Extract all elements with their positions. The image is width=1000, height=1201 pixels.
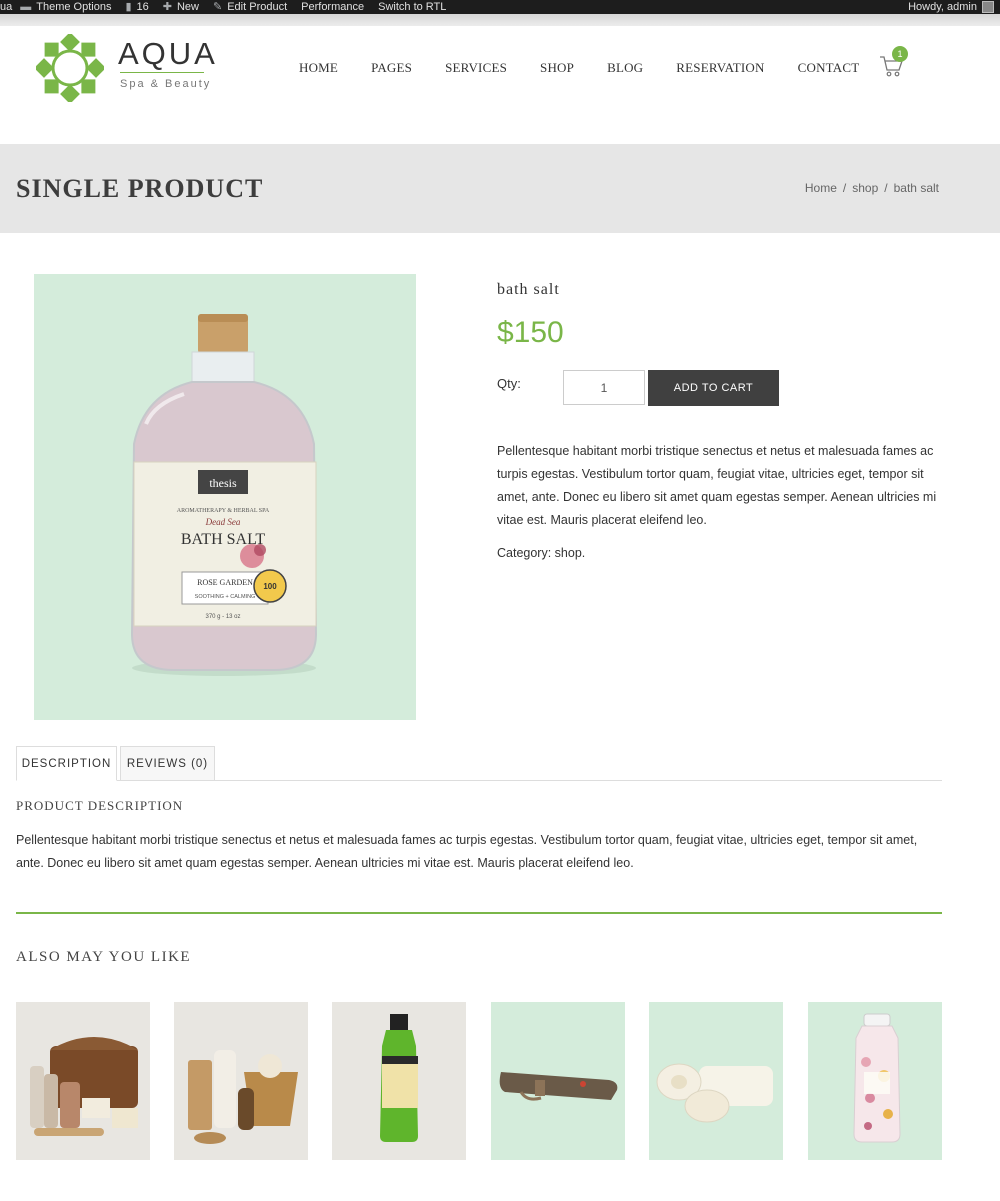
breadcrumb-separator: / xyxy=(842,181,847,195)
quantity-input[interactable] xyxy=(563,370,645,405)
folder-icon: ▬ xyxy=(20,1,32,13)
admin-bar: ua ▬ Theme Options ▮ 16 ✚ New ✎ Edit Product… xyxy=(0,0,1000,14)
admin-new[interactable]: ✚ New xyxy=(163,0,199,14)
admin-comments[interactable]: ▮ 16 xyxy=(125,0,148,14)
new-label: New xyxy=(176,1,199,13)
label-line4: ROSE GARDEN xyxy=(197,578,253,587)
nav-home[interactable]: HOME xyxy=(299,60,338,76)
admin-edit-product[interactable]: ✎ Edit Product xyxy=(213,0,287,14)
nav-contact[interactable]: CONTACT xyxy=(798,60,860,76)
admin-site-link[interactable]: ua xyxy=(0,0,12,14)
label-brand: thesis xyxy=(209,476,237,490)
product-description-text: Pellentesque habitant morbi tristique se… xyxy=(16,833,918,870)
breadcrumb-home[interactable]: Home xyxy=(805,181,837,195)
label-line1: AROMATHERAPY & HERBAL SPA xyxy=(177,508,270,514)
lotus-logo-icon[interactable] xyxy=(36,34,104,102)
cart-count-badge[interactable]: 1 xyxy=(892,46,908,62)
admin-site-label: ua xyxy=(0,1,13,13)
admin-bar-shadow xyxy=(0,14,1000,26)
breadcrumb: Home / shop / bath salt xyxy=(802,181,942,195)
label-line5: SOOTHING + CALMING xyxy=(195,594,256,600)
nav-shop[interactable]: SHOP xyxy=(540,60,574,76)
breadcrumb-separator: / xyxy=(884,181,888,195)
nav-pages[interactable]: PAGES xyxy=(371,60,412,76)
tab-description[interactable]: DESCRIPTION xyxy=(16,746,117,781)
related-product-1[interactable] xyxy=(16,1002,150,1160)
nav-services[interactable]: SERVICES xyxy=(445,60,507,76)
label-line6: 370 g - 13 oz xyxy=(205,614,240,620)
qty-label: Qty: xyxy=(497,376,521,391)
soap-bars-image xyxy=(656,1063,773,1123)
add-to-cart-button[interactable]: ADD TO CART xyxy=(648,370,779,406)
page-title-band: SINGLE PRODUCT Home / shop / bath salt xyxy=(0,144,1000,233)
logo-title[interactable]: AQUA xyxy=(118,36,218,72)
admin-switch-rtl[interactable]: Switch to RTL xyxy=(378,0,446,14)
comments-count: 16 xyxy=(136,1,149,13)
section-divider xyxy=(16,912,942,914)
site-header: AQUA Spa & Beauty HOME PAGES SERVICES SH… xyxy=(0,26,1000,144)
product-price: $150 xyxy=(497,316,564,349)
theme-options-label: Theme Options xyxy=(36,1,112,13)
label-seal: 100 xyxy=(263,582,277,591)
product-description-title: PRODUCT DESCRIPTION xyxy=(16,798,184,813)
plus-icon: ✚ xyxy=(162,1,172,13)
bath-salt-jar-illustration: thesis AROMATHERAPY & HERBAL SPA Dead Se… xyxy=(130,314,318,676)
related-products-title: ALSO MAY YOU LIKE xyxy=(16,949,192,965)
logo-subtitle: Spa & Beauty xyxy=(120,78,212,90)
comment-icon: ▮ xyxy=(125,1,132,13)
tab-reviews[interactable]: REVIEWS (0) xyxy=(120,746,215,781)
label-line2: Dead Sea xyxy=(205,517,241,527)
pencil-icon: ✎ xyxy=(213,1,223,13)
green-therapy-bottle-image xyxy=(380,1014,418,1142)
main-nav: HOME PAGES SERVICES SHOP BLOG RESERVATIO… xyxy=(299,60,892,76)
breadcrumb-current: bath salt xyxy=(893,181,939,195)
floral-bath-jar-image xyxy=(853,1013,901,1143)
related-product-4[interactable] xyxy=(491,1002,625,1160)
product-category[interactable]: Category: shop. xyxy=(497,546,585,560)
related-product-2[interactable] xyxy=(174,1002,308,1160)
edit-product-label: Edit Product xyxy=(227,1,288,13)
admin-theme-options[interactable]: ▬ Theme Options xyxy=(20,0,111,14)
breadcrumb-shop[interactable]: shop xyxy=(852,181,878,195)
admin-performance[interactable]: Performance xyxy=(301,0,364,14)
logo-divider xyxy=(120,72,204,73)
howdy-label: Howdy, admin xyxy=(908,1,977,13)
related-product-5[interactable] xyxy=(649,1002,783,1160)
related-product-6[interactable] xyxy=(808,1002,942,1160)
admin-account-menu[interactable]: Howdy, admin xyxy=(908,0,994,14)
product-short-description: Pellentesque habitant morbi tristique se… xyxy=(497,444,937,527)
nav-blog[interactable]: BLOG xyxy=(607,60,643,76)
nav-reservation[interactable]: RESERVATION xyxy=(676,60,764,76)
eco-spa-basket-image xyxy=(188,1050,298,1144)
page-title: SINGLE PRODUCT xyxy=(16,174,264,203)
switch-rtl-label: Switch to RTL xyxy=(378,1,447,13)
performance-label: Performance xyxy=(301,1,365,13)
leather-roll-kit-image xyxy=(499,1072,618,1101)
related-product-3[interactable] xyxy=(332,1002,466,1160)
avatar xyxy=(982,1,994,13)
product-image[interactable]: thesis AROMATHERAPY & HERBAL SPA Dead Se… xyxy=(34,274,416,720)
wicker-basket-spa-set-image xyxy=(30,1037,138,1136)
product-name: bath salt xyxy=(497,281,560,298)
